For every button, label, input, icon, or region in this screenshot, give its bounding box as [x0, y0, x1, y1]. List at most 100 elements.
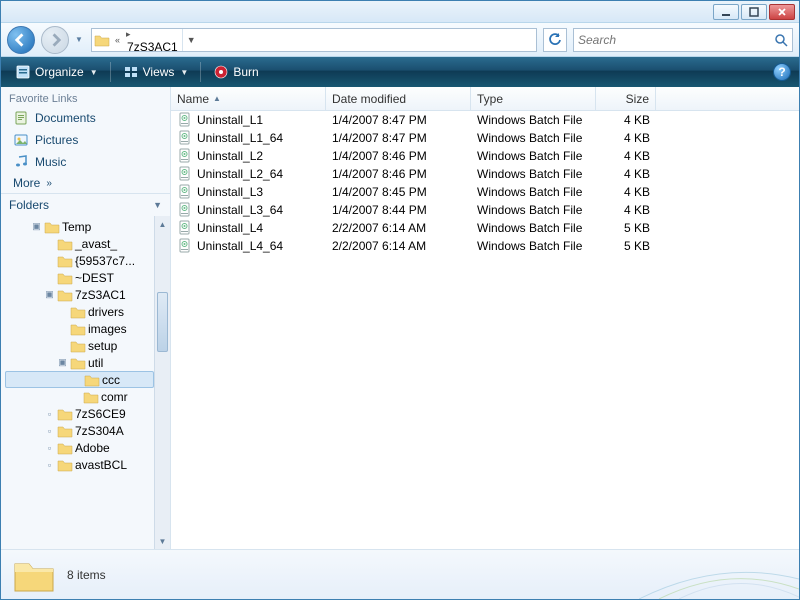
column-name[interactable]: Name▲ [171, 87, 326, 110]
file-type: Windows Batch File [471, 149, 596, 163]
favorite-label: Music [35, 155, 66, 169]
burn-button[interactable]: Burn [207, 62, 264, 82]
views-menu[interactable]: Views ▼ [117, 62, 195, 82]
breadcrumb-segment[interactable]: 7zS3AC1 [123, 40, 182, 52]
breadcrumb-dropdown[interactable]: ▼ [182, 29, 200, 51]
favorite-link[interactable]: Music [1, 151, 170, 173]
folder-icon [57, 288, 73, 302]
folder-tree[interactable]: ▣Temp_avast_ {59537c7...~DEST▣7zS3AC1driv… [1, 216, 170, 549]
folder-icon [57, 441, 73, 455]
tree-node[interactable]: ▫ 7zS304A [5, 422, 154, 439]
file-row[interactable]: Uninstall_L11/4/2007 8:47 PMWindows Batc… [171, 111, 799, 129]
folders-header[interactable]: Folders ▼ [1, 193, 170, 216]
expand-toggle[interactable]: ▣ [31, 221, 42, 232]
file-type: Windows Batch File [471, 185, 596, 199]
forward-button[interactable] [41, 26, 69, 54]
file-row[interactable]: Uninstall_L3_641/4/2007 8:44 PMWindows B… [171, 201, 799, 219]
batch-file-icon [177, 184, 193, 200]
tree-scrollbar[interactable]: ▲ ▼ [154, 216, 170, 549]
file-size: 4 KB [596, 113, 656, 127]
organize-icon [15, 64, 31, 80]
column-filler [656, 87, 799, 110]
minimize-button[interactable] [713, 4, 739, 20]
file-size: 4 KB [596, 167, 656, 181]
scroll-up-button[interactable]: ▲ [155, 216, 170, 232]
tree-node[interactable]: ccc [5, 371, 154, 388]
search-box[interactable] [573, 28, 793, 52]
tree-node[interactable]: setup [5, 337, 154, 354]
search-input[interactable] [578, 33, 774, 47]
search-icon[interactable] [774, 33, 788, 47]
breadcrumb-overflow[interactable]: « [112, 35, 123, 45]
help-button[interactable]: ? [773, 63, 791, 81]
column-size[interactable]: Size [596, 87, 656, 110]
tree-node[interactable]: ▫ 7zS6CE9 [5, 405, 154, 422]
file-size: 5 KB [596, 239, 656, 253]
more-links[interactable]: More » [1, 173, 170, 193]
file-name: Uninstall_L1_64 [197, 131, 283, 145]
scroll-thumb[interactable] [157, 292, 168, 352]
file-row[interactable]: Uninstall_L4_642/2/2007 6:14 AMWindows B… [171, 237, 799, 255]
file-row[interactable]: Uninstall_L2_641/4/2007 8:46 PMWindows B… [171, 165, 799, 183]
tree-label: 7zS6CE9 [75, 407, 126, 421]
file-row[interactable]: Uninstall_L1_641/4/2007 8:47 PMWindows B… [171, 129, 799, 147]
tree-node[interactable]: {59537c7... [5, 252, 154, 269]
tree-node[interactable]: ~DEST [5, 269, 154, 286]
tree-label: Adobe [75, 441, 110, 455]
views-label: Views [143, 65, 175, 79]
favorite-link[interactable]: Pictures [1, 129, 170, 151]
expand-toggle[interactable]: ▣ [44, 289, 55, 300]
batch-file-icon [177, 166, 193, 182]
folder-icon [84, 373, 100, 387]
refresh-button[interactable] [543, 28, 567, 52]
close-button[interactable] [769, 4, 795, 20]
music-icon [13, 154, 29, 170]
scroll-down-button[interactable]: ▼ [155, 533, 170, 549]
tree-node[interactable]: ▫ Adobe [5, 439, 154, 456]
scroll-track[interactable] [155, 232, 170, 533]
file-row[interactable]: Uninstall_L31/4/2007 8:45 PMWindows Batc… [171, 183, 799, 201]
tree-node[interactable]: ▣Temp [5, 218, 154, 235]
file-size: 4 KB [596, 185, 656, 199]
tree-node[interactable]: ▣7zS3AC1 [5, 286, 154, 303]
organize-menu[interactable]: Organize ▼ [9, 62, 104, 82]
expand-toggle[interactable]: ▫ [44, 460, 55, 470]
recent-dropdown[interactable]: ▼ [75, 35, 85, 44]
organize-label: Organize [35, 65, 84, 79]
tree-node[interactable]: images [5, 320, 154, 337]
tree-node[interactable]: comr [5, 388, 154, 405]
folder-icon [92, 33, 112, 47]
folder-icon [83, 390, 99, 404]
command-bar: Organize ▼ Views ▼ Burn ? [1, 57, 799, 87]
expand-toggle[interactable]: ▣ [57, 357, 68, 368]
expand-toggle[interactable]: ▫ [44, 409, 55, 419]
column-type[interactable]: Type [471, 87, 596, 110]
file-list-pane: Name▲ Date modified Type Size Uninstall_… [171, 87, 799, 549]
expand-toggle[interactable]: ▫ [44, 443, 55, 453]
tree-label: 7zS304A [75, 424, 124, 438]
separator [200, 62, 201, 82]
expand-toggle[interactable]: ▫ [44, 426, 55, 436]
breadcrumb[interactable]: « AppData▸Local▸Temp▸7zS3AC1▸util▸ccc▸ ▼ [91, 28, 537, 52]
maximize-button[interactable] [741, 4, 767, 20]
file-row[interactable]: Uninstall_L21/4/2007 8:46 PMWindows Batc… [171, 147, 799, 165]
file-type: Windows Batch File [471, 131, 596, 145]
tree-label: avastBCL [75, 458, 127, 472]
back-button[interactable] [7, 26, 35, 54]
chevron-down-icon: ▼ [180, 68, 188, 77]
folders-label: Folders [9, 198, 49, 212]
tree-node[interactable]: _avast_ [5, 235, 154, 252]
tree-node[interactable]: ▫ avastBCL [5, 456, 154, 473]
favorite-link[interactable]: Documents [1, 107, 170, 129]
tree-node[interactable]: ▣util [5, 354, 154, 371]
file-name: Uninstall_L2 [197, 149, 263, 163]
chevron-right-icon: » [46, 178, 52, 189]
batch-file-icon [177, 202, 193, 218]
folder-icon [57, 458, 73, 472]
chevron-right-icon[interactable]: ▸ [123, 29, 182, 40]
column-date[interactable]: Date modified [326, 87, 471, 110]
file-row[interactable]: Uninstall_L42/2/2007 6:14 AMWindows Batc… [171, 219, 799, 237]
tree-node[interactable]: drivers [5, 303, 154, 320]
tree-label: {59537c7... [75, 254, 135, 268]
navigation-pane: Favorite Links DocumentsPicturesMusic Mo… [1, 87, 171, 549]
